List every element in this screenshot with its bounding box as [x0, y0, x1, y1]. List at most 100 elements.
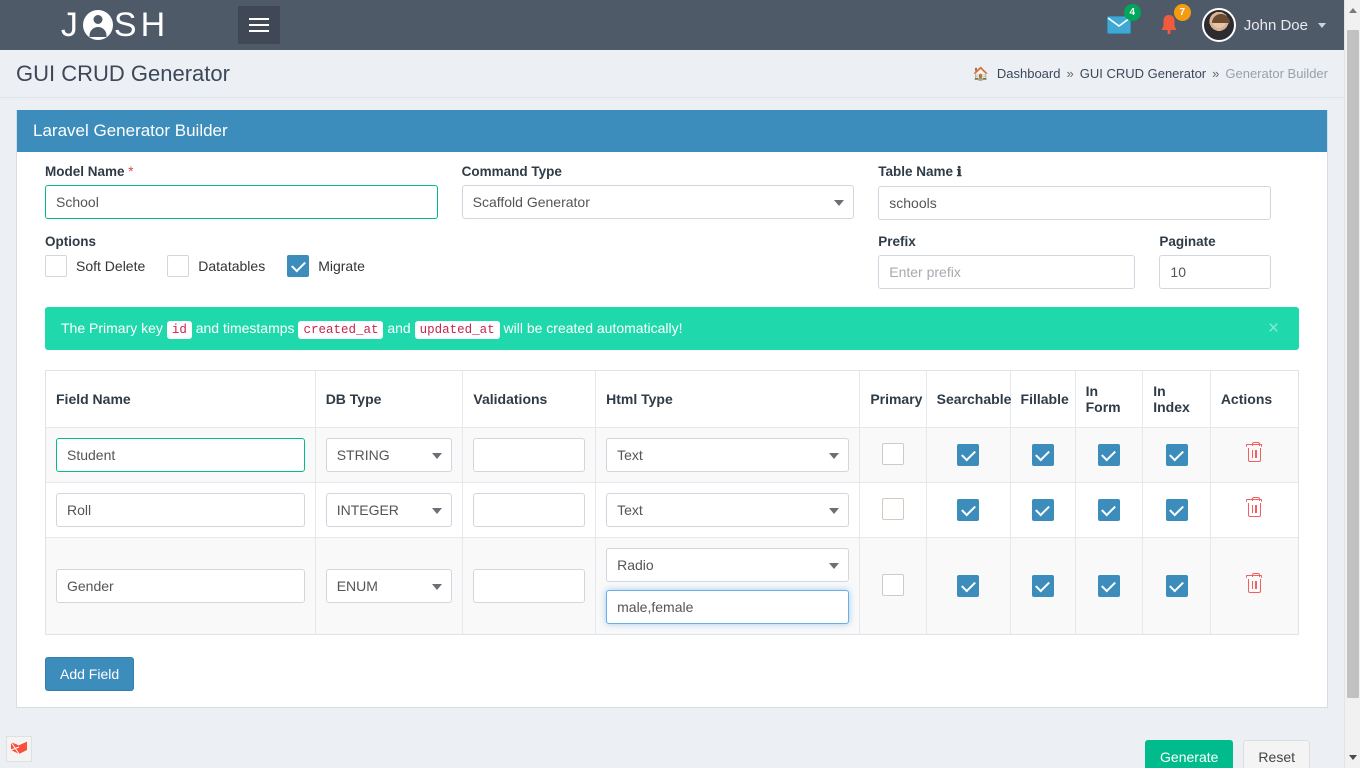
vertical-scrollbar[interactable]	[1344, 0, 1360, 768]
cell-primary	[860, 483, 926, 538]
paginate-group: Paginate	[1147, 234, 1282, 289]
checkbox-searchable[interactable]	[957, 444, 979, 466]
box-body: Model Name * Command Type Scaffold Gener…	[17, 152, 1327, 707]
user-menu-button[interactable]: John Doe	[1202, 8, 1326, 42]
html-type-select[interactable]: Text	[606, 438, 849, 472]
checkbox-soft-delete[interactable]	[45, 255, 67, 277]
trash-icon[interactable]	[1245, 444, 1263, 464]
cell-validations	[463, 538, 596, 635]
checkbox-in-form[interactable]	[1098, 575, 1120, 597]
cell-db-type: INTEGER	[315, 483, 463, 538]
close-icon[interactable]: ×	[1262, 318, 1285, 339]
option-soft-delete[interactable]: Soft Delete	[45, 255, 145, 277]
db-type-select[interactable]: INTEGER	[326, 493, 453, 527]
th-html-type: Html Type	[596, 371, 860, 428]
cell-validations	[463, 483, 596, 538]
th-in-index: In Index	[1143, 371, 1211, 428]
th-db-type: DB Type	[315, 371, 463, 428]
notifications-menu-button[interactable]: 7	[1152, 8, 1186, 42]
table-name-group: Table Name ℹ	[866, 164, 1283, 220]
checkbox-primary[interactable]	[882, 574, 904, 596]
breadcrumb-separator: »	[1066, 66, 1073, 81]
alert-text-1: The Primary key	[61, 320, 167, 336]
validations-input[interactable]	[473, 438, 585, 472]
validations-input[interactable]	[473, 569, 585, 603]
sidebar-toggle-button[interactable]	[238, 6, 280, 44]
db-type-select[interactable]: STRING	[326, 438, 453, 472]
cell-field-name	[46, 428, 315, 483]
th-actions: Actions	[1210, 371, 1298, 428]
th-primary: Primary	[860, 371, 926, 428]
breadcrumb-item-dashboard[interactable]: Dashboard	[997, 66, 1061, 81]
cell-fillable	[1010, 538, 1075, 635]
trash-icon[interactable]	[1245, 575, 1263, 595]
checkbox-migrate[interactable]	[287, 255, 309, 277]
footer-buttons: Generate Reset	[1145, 740, 1310, 768]
generate-button[interactable]: Generate	[1145, 740, 1233, 768]
scrollbar-thumb[interactable]	[1347, 30, 1359, 698]
form-row-1: Model Name * Command Type Scaffold Gener…	[33, 164, 1311, 220]
checkbox-searchable[interactable]	[957, 499, 979, 521]
field-name-input[interactable]	[56, 569, 305, 603]
checkbox-in-index[interactable]	[1166, 575, 1188, 597]
checkbox-primary[interactable]	[882, 443, 904, 465]
add-field-button[interactable]: Add Field	[45, 657, 134, 691]
reset-button[interactable]: Reset	[1243, 740, 1310, 768]
prefix-group: Prefix	[866, 234, 1147, 289]
command-type-select[interactable]: Scaffold Generator	[462, 185, 855, 219]
checkbox-primary[interactable]	[882, 498, 904, 520]
table-name-input[interactable]	[878, 186, 1271, 220]
option-label: Migrate	[318, 258, 365, 274]
paginate-input[interactable]	[1159, 255, 1270, 289]
field-name-input[interactable]	[56, 493, 305, 527]
db-type-select[interactable]: ENUM	[326, 569, 453, 603]
cell-actions	[1210, 428, 1298, 483]
option-migrate[interactable]: Migrate	[287, 255, 365, 277]
validations-input[interactable]	[473, 493, 585, 527]
checkbox-in-index[interactable]	[1166, 444, 1188, 466]
html-type-select[interactable]: Radio	[606, 548, 849, 582]
checkbox-datatables[interactable]	[167, 255, 189, 277]
cell-in-index	[1143, 538, 1211, 635]
checkbox-fillable[interactable]	[1032, 444, 1054, 466]
prefix-input[interactable]	[878, 255, 1135, 289]
th-field-name: Field Name	[46, 371, 315, 428]
primary-key-alert: The Primary key id and timestamps create…	[45, 307, 1299, 350]
checkbox-fillable[interactable]	[1032, 575, 1054, 597]
trash-icon[interactable]	[1245, 499, 1263, 519]
checkbox-searchable[interactable]	[957, 575, 979, 597]
generator-builder-box: Laravel Generator Builder Model Name * C…	[16, 110, 1328, 708]
options-checkbox-row: Soft Delete Datatables Migrate	[45, 255, 854, 277]
checkbox-in-form[interactable]	[1098, 499, 1120, 521]
scroll-up-arrow-icon[interactable]	[1349, 8, 1357, 13]
scroll-down-arrow-icon[interactable]	[1349, 755, 1357, 760]
model-name-input[interactable]	[45, 185, 438, 219]
html-type-select[interactable]: Text	[606, 493, 849, 527]
hamburger-bar	[249, 30, 269, 32]
app-logo[interactable]: J S H	[0, 0, 230, 50]
options-group: Options Soft Delete Datatables Migrat	[33, 234, 866, 289]
laravel-logo[interactable]	[6, 736, 32, 762]
cell-field-name	[46, 538, 315, 635]
chevron-down-icon	[1318, 23, 1326, 28]
html-type-values-input[interactable]	[606, 590, 849, 624]
options-label: Options	[45, 234, 854, 249]
cell-db-type: STRING	[315, 428, 463, 483]
checkbox-in-form[interactable]	[1098, 444, 1120, 466]
user-circle-icon	[83, 10, 113, 40]
cell-html-type: Text	[596, 428, 860, 483]
cell-html-type: Text	[596, 483, 860, 538]
breadcrumb-item-gui-crud-generator[interactable]: GUI CRUD Generator	[1080, 66, 1206, 81]
th-in-form: In Form	[1075, 371, 1143, 428]
option-datatables[interactable]: Datatables	[167, 255, 265, 277]
cell-searchable	[926, 483, 1010, 538]
checkbox-fillable[interactable]	[1032, 499, 1054, 521]
field-name-input[interactable]	[56, 438, 305, 472]
messages-menu-button[interactable]: 4	[1102, 8, 1136, 42]
checkbox-in-index[interactable]	[1166, 499, 1188, 521]
info-icon[interactable]: ℹ	[957, 164, 962, 179]
alert-text-3: and	[383, 320, 414, 336]
page-title: GUI CRUD Generator	[16, 61, 230, 87]
top-navbar: J S H 4	[0, 0, 1344, 50]
fields-table: Field Name DB Type Validations Html Type…	[46, 371, 1298, 634]
